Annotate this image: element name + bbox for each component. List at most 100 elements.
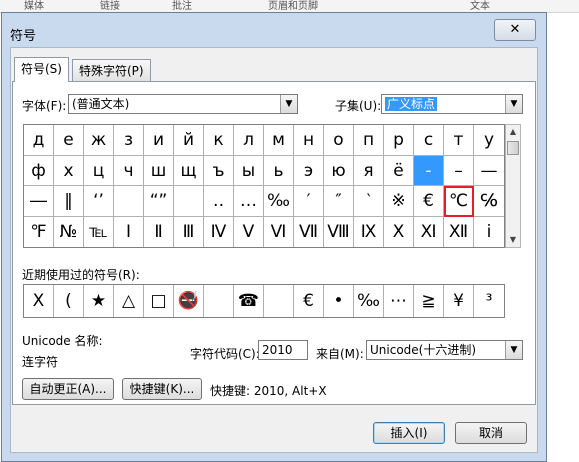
symbol-cell[interactable]: ё — [384, 155, 414, 186]
symbol-cell[interactable]: ℡ — [84, 216, 114, 247]
bg-tab-1: 链接 — [100, 1, 120, 12]
symbol-cell[interactable]: ф — [24, 155, 54, 186]
recent-symbol-cell[interactable]: △ — [114, 285, 144, 317]
symbol-cell[interactable]: ‵ — [354, 186, 384, 217]
close-button[interactable]: ✕ — [494, 19, 536, 41]
symbol-cell[interactable]: ― — [24, 186, 54, 217]
symbol-cell[interactable]: Ⅺ — [414, 216, 444, 247]
symbol-cell[interactable]: щ — [174, 155, 204, 186]
recent-symbol-cell[interactable]: ‰ — [354, 285, 384, 317]
insert-button[interactable]: 插入(I) — [373, 422, 445, 444]
symbol-cell[interactable]: ℃ — [444, 186, 474, 217]
recent-symbol-cell[interactable] — [264, 285, 294, 317]
symbol-cell[interactable]: э — [294, 155, 324, 186]
recent-symbol-cell[interactable]: ( — [54, 285, 84, 317]
symbol-cell[interactable]: з — [114, 125, 144, 156]
recent-symbol-cell[interactable]: 🚭 — [174, 285, 204, 317]
symbol-cell[interactable]: у — [474, 125, 504, 156]
symbol-cell[interactable]: Ⅰ — [114, 216, 144, 247]
symbol-cell[interactable]: ю — [324, 155, 354, 186]
recent-symbol-cell[interactable] — [204, 285, 234, 317]
symbol-cell[interactable]: д — [24, 125, 54, 156]
symbol-cell[interactable]: ь — [264, 155, 294, 186]
symbol-cell[interactable]: Ⅻ — [444, 216, 474, 247]
tab-symbols[interactable]: 符号(S) — [14, 57, 69, 82]
symbol-cell[interactable]: и — [144, 125, 174, 156]
symbol-cell[interactable]: Ⅶ — [294, 216, 324, 247]
symbol-cell[interactable]: ‐ — [414, 155, 444, 186]
symbol-cell[interactable]: Ⅳ — [204, 216, 234, 247]
bg-tab-0: 媒体 — [24, 1, 44, 12]
recent-symbol-cell[interactable]: ⋯ — [384, 285, 414, 317]
symbol-cell[interactable]: № — [54, 216, 84, 247]
symbol-cell[interactable]: к — [204, 125, 234, 156]
symbol-cell[interactable]: ‰ — [264, 186, 294, 217]
symbol-cell[interactable] — [174, 186, 204, 217]
subset-dropdown[interactable]: 广义标点 ▼ — [381, 94, 523, 114]
symbol-cell[interactable]: ℅ — [474, 186, 504, 217]
shortcut-text: 快捷键: 2010, Alt+X — [210, 384, 327, 398]
scrollbar-thumb[interactable] — [507, 141, 519, 155]
symbol-cell[interactable]: € — [414, 186, 444, 217]
scroll-up-icon[interactable]: ▲ — [506, 125, 520, 139]
recent-symbol-cell[interactable]: □ — [144, 285, 174, 317]
symbol-cell[interactable]: Ⅹ — [384, 216, 414, 247]
symbol-cell[interactable]: Ⅸ — [354, 216, 384, 247]
recent-symbol-cell[interactable]: • — [324, 285, 354, 317]
recent-symbol-cell[interactable]: € — [294, 285, 324, 317]
recent-symbol-cell[interactable]: ☎ — [234, 285, 264, 317]
symbol-cell[interactable]: ш — [144, 155, 174, 186]
symbol-cell[interactable]: ⅰ — [474, 217, 504, 248]
symbol-cell[interactable]: о — [324, 125, 354, 156]
recent-symbol-cell[interactable]: ¥ — [444, 285, 474, 317]
symbol-cell[interactable]: р — [384, 125, 414, 156]
char-code-label: 字符代码(C): — [190, 347, 260, 361]
recent-symbol-cell[interactable]: Ⅹ — [24, 285, 54, 317]
symbol-cell[interactable]: п — [354, 125, 384, 156]
symbol-cell[interactable]: ы — [234, 155, 264, 186]
from-dropdown[interactable]: Unicode(十六进制) ▼ — [366, 340, 523, 360]
symbol-cell[interactable]: ‘’ — [84, 186, 114, 217]
tab-special-characters[interactable]: 特殊字符(P) — [72, 59, 151, 81]
symbol-cell[interactable]: ‥ — [204, 186, 234, 217]
symbol-cell[interactable]: ‖ — [54, 186, 84, 217]
char-code-input[interactable]: 2010 — [258, 340, 308, 360]
symbol-cell[interactable]: – — [444, 155, 474, 186]
symbol-cell[interactable]: Ⅲ — [174, 216, 204, 247]
symbol-cell[interactable]: ц — [84, 155, 114, 186]
symbol-cell[interactable]: ′ — [294, 186, 324, 217]
symbol-cell[interactable]: т — [444, 125, 474, 156]
shortcut-key-button[interactable]: 快捷键(K)... — [122, 378, 202, 400]
symbol-cell[interactable]: ※ — [384, 186, 414, 217]
symbol-cell[interactable]: е — [54, 125, 84, 156]
scroll-down-icon[interactable]: ▼ — [506, 233, 520, 247]
recent-symbol-cell[interactable]: ★ — [84, 285, 114, 317]
symbol-cell[interactable]: Ⅷ — [324, 216, 354, 247]
symbol-grid-scrollbar[interactable]: ▲ ▼ — [505, 124, 521, 248]
subset-label: 子集(U): — [335, 99, 382, 113]
autocorrect-button[interactable]: 自动更正(A)... — [22, 378, 114, 400]
symbol-cell[interactable]: “” — [144, 186, 174, 217]
symbol-cell[interactable]: ″ — [324, 186, 354, 217]
cancel-button[interactable]: 取消 — [455, 422, 527, 444]
symbol-cell[interactable]: ж — [84, 125, 114, 156]
symbol-cell[interactable]: л — [234, 125, 264, 156]
symbol-cell[interactable]: ч — [114, 155, 144, 186]
symbol-cell[interactable]: с — [414, 125, 444, 156]
recent-symbol-cell[interactable]: ≧ — [414, 285, 444, 317]
symbol-cell[interactable]: Ⅴ — [234, 216, 264, 247]
symbol-cell[interactable]: й — [174, 125, 204, 156]
symbol-cell[interactable]: м — [264, 125, 294, 156]
symbol-cell[interactable]: н — [294, 125, 324, 156]
symbol-cell[interactable]: Ⅱ — [144, 216, 174, 247]
symbol-cell[interactable]: ℉ — [24, 216, 54, 247]
symbol-cell[interactable]: Ⅵ — [264, 216, 294, 247]
symbol-cell[interactable]: х — [54, 155, 84, 186]
recent-symbol-cell[interactable]: ³ — [474, 285, 504, 317]
symbol-cell[interactable]: ъ — [204, 155, 234, 186]
font-dropdown[interactable]: (普通文本) ▼ — [68, 94, 298, 114]
symbol-cell[interactable]: я — [354, 155, 384, 186]
symbol-cell[interactable] — [114, 186, 144, 217]
symbol-cell[interactable]: … — [234, 186, 264, 217]
symbol-cell[interactable]: — — [474, 156, 504, 186]
